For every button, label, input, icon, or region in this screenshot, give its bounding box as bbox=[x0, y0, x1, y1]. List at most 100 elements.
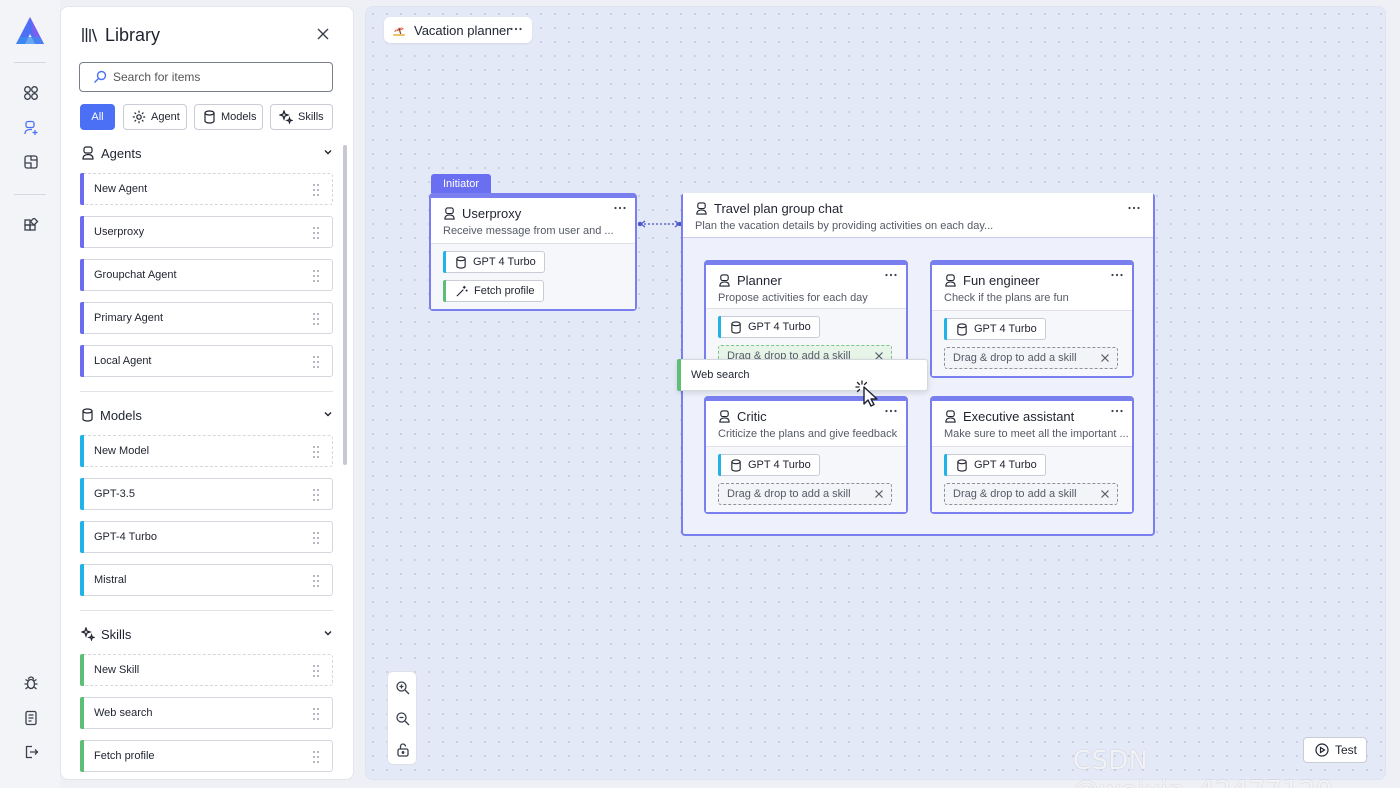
more-options-icon[interactable] bbox=[613, 201, 627, 215]
rail-divider bbox=[14, 62, 46, 63]
dragged-skill-web-search[interactable]: Web search bbox=[677, 359, 928, 391]
model-chip[interactable]: GPT 4 Turbo bbox=[443, 251, 545, 273]
database-icon bbox=[956, 322, 968, 336]
model-chip[interactable]: GPT 4 Turbo bbox=[718, 454, 820, 476]
drag-handle-icon[interactable] bbox=[312, 183, 320, 197]
drag-handle-icon[interactable] bbox=[312, 531, 320, 545]
drag-handle-icon[interactable] bbox=[312, 750, 320, 764]
zoom-in-icon[interactable] bbox=[395, 680, 411, 696]
model-chip[interactable]: GPT 4 Turbo bbox=[944, 454, 1046, 476]
close-icon[interactable] bbox=[874, 489, 884, 499]
chevron-down-icon bbox=[323, 628, 333, 638]
filter-models-button[interactable]: Models bbox=[194, 104, 263, 130]
library-item-gpt-3-5[interactable]: GPT-3.5 bbox=[80, 478, 333, 510]
search-box[interactable] bbox=[79, 62, 333, 92]
agent-icon bbox=[695, 201, 708, 215]
more-options-icon[interactable] bbox=[884, 404, 898, 418]
more-options-icon[interactable] bbox=[1110, 404, 1124, 418]
section-models-header[interactable]: Models bbox=[81, 405, 333, 425]
item-label: New Model bbox=[94, 445, 150, 457]
item-label: Groupchat Agent bbox=[94, 269, 177, 281]
library-item-groupchat-agent[interactable]: Groupchat Agent bbox=[80, 259, 333, 291]
model-chip[interactable]: GPT 4 Turbo bbox=[944, 318, 1046, 340]
library-item-local-agent[interactable]: Local Agent bbox=[80, 345, 333, 377]
library-item-new-skill[interactable]: New Skill bbox=[80, 654, 333, 686]
document-icon[interactable] bbox=[19, 706, 43, 730]
node-title: Planner bbox=[737, 272, 782, 288]
filter-agent-button[interactable]: Agent bbox=[123, 104, 187, 130]
drag-handle-icon[interactable] bbox=[312, 707, 320, 721]
item-label: New Skill bbox=[94, 664, 140, 676]
left-rail bbox=[0, 0, 60, 788]
section-divider bbox=[80, 610, 333, 611]
node-title: Executive assistant bbox=[963, 408, 1075, 424]
drag-handle-icon[interactable] bbox=[312, 226, 320, 240]
fun-engineer-node[interactable]: Fun engineer Check if the plans are fun … bbox=[930, 260, 1134, 378]
executive-assistant-node[interactable]: Executive assistant Make sure to meet al… bbox=[930, 396, 1134, 514]
more-options-icon[interactable] bbox=[1110, 268, 1124, 282]
more-options-icon[interactable] bbox=[1127, 201, 1141, 215]
zoom-controls bbox=[387, 671, 417, 765]
project-tab[interactable]: Vacation planner bbox=[384, 17, 532, 43]
node-description: Check if the plans are fun bbox=[944, 292, 1069, 304]
filter-label: Models bbox=[221, 111, 257, 123]
close-icon[interactable] bbox=[1100, 489, 1110, 499]
close-icon[interactable] bbox=[1100, 353, 1110, 363]
initiator-badge: Initiator bbox=[431, 174, 491, 193]
library-item-mistral[interactable]: Mistral bbox=[80, 564, 333, 596]
section-divider bbox=[80, 391, 333, 392]
section-skills-header[interactable]: Skills bbox=[81, 624, 333, 644]
drag-handle-icon[interactable] bbox=[312, 664, 320, 678]
gallery-icon[interactable] bbox=[19, 150, 43, 174]
skill-dropzone[interactable]: Drag & drop to add a skill bbox=[944, 483, 1118, 505]
filter-all-button[interactable]: All bbox=[80, 104, 115, 130]
zoom-out-icon[interactable] bbox=[395, 711, 411, 727]
agent-add-icon[interactable] bbox=[19, 116, 43, 140]
drag-handle-icon[interactable] bbox=[312, 355, 320, 369]
library-item-userproxy[interactable]: Userproxy bbox=[80, 216, 333, 248]
userproxy-node[interactable]: Userproxy Receive message from user and … bbox=[429, 193, 637, 311]
model-chip[interactable]: GPT 4 Turbo bbox=[718, 316, 820, 338]
library-item-web-search[interactable]: Web search bbox=[80, 697, 333, 729]
skill-dropzone[interactable]: Drag & drop to add a skill bbox=[718, 483, 892, 505]
agent-icon bbox=[718, 273, 731, 287]
library-item-new-agent[interactable]: New Agent bbox=[80, 173, 333, 205]
workflow-canvas[interactable]: Vacation planner Initiator Userproxy Rec… bbox=[365, 6, 1386, 780]
item-label: New Agent bbox=[94, 183, 148, 195]
autogen-logo-icon[interactable] bbox=[13, 14, 47, 48]
library-item-gpt-4-turbo[interactable]: GPT-4 Turbo bbox=[80, 521, 333, 553]
node-title: Critic bbox=[737, 408, 767, 424]
library-scrollbar[interactable] bbox=[343, 145, 347, 465]
chevron-down-icon bbox=[323, 409, 333, 419]
drag-handle-icon[interactable] bbox=[312, 445, 320, 459]
node-title: Travel plan group chat bbox=[714, 200, 843, 216]
library-item-new-model[interactable]: New Model bbox=[80, 435, 333, 467]
bug-icon[interactable] bbox=[19, 671, 43, 695]
skill-chip[interactable]: Fetch profile bbox=[443, 280, 544, 302]
close-icon[interactable] bbox=[316, 27, 330, 41]
drag-handle-icon[interactable] bbox=[312, 269, 320, 283]
drag-handle-icon[interactable] bbox=[312, 574, 320, 588]
item-label: Web search bbox=[691, 369, 750, 381]
library-item-fetch-profile[interactable]: Fetch profile bbox=[80, 740, 333, 772]
group-header: Travel plan group chat Plan the vacation… bbox=[683, 193, 1153, 238]
node-description: Make sure to meet all the important ... bbox=[944, 428, 1129, 440]
four-squares-icon[interactable] bbox=[19, 81, 43, 105]
planner-node[interactable]: Planner Propose activities for each day … bbox=[704, 260, 908, 374]
node-description: Receive message from user and ... bbox=[443, 225, 614, 237]
filter-label: Skills bbox=[298, 111, 324, 123]
search-input[interactable] bbox=[113, 70, 313, 84]
filter-skills-button[interactable]: Skills bbox=[270, 104, 333, 130]
section-agents-header[interactable]: Agents bbox=[81, 143, 333, 163]
drag-handle-icon[interactable] bbox=[312, 488, 320, 502]
drag-handle-icon[interactable] bbox=[312, 312, 320, 326]
skill-dropzone[interactable]: Drag & drop to add a skill bbox=[944, 347, 1118, 369]
critic-node[interactable]: Critic Criticize the plans and give feed… bbox=[704, 396, 908, 514]
more-options-icon[interactable] bbox=[884, 268, 898, 282]
library-panel: Library All Agent Models Skills Agents N… bbox=[60, 6, 354, 780]
unlock-icon[interactable] bbox=[395, 742, 411, 758]
library-item-primary-agent[interactable]: Primary Agent bbox=[80, 302, 333, 334]
apps-icon[interactable] bbox=[19, 214, 43, 238]
sign-out-icon[interactable] bbox=[19, 740, 43, 764]
more-options-icon[interactable] bbox=[509, 22, 523, 36]
